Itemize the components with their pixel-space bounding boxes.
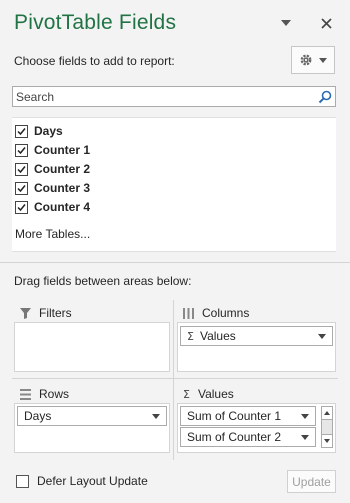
checkmark-icon <box>17 203 26 211</box>
gear-icon <box>300 54 312 66</box>
chevron-down-icon[interactable] <box>318 334 326 339</box>
defer-layout-update[interactable]: Defer Layout Update <box>16 474 148 488</box>
rows-icon <box>20 388 31 400</box>
field-item-counter-2[interactable]: Counter 2 <box>15 160 90 178</box>
area-splitter-vertical[interactable] <box>173 300 174 460</box>
columns-field-label: Values <box>199 329 236 343</box>
field-item-counter-4[interactable]: Counter 4 <box>15 198 90 216</box>
scroll-down-icon <box>324 439 330 443</box>
search-input[interactable]: Search <box>12 86 336 107</box>
area-splitter-horizontal[interactable] <box>12 378 338 379</box>
search-placeholder: Search <box>16 90 55 104</box>
chevron-down-icon[interactable] <box>301 414 309 419</box>
field-checkbox[interactable] <box>15 143 28 157</box>
columns-values-field[interactable]: Σ Values <box>180 326 333 346</box>
rows-label: Rows <box>39 387 70 401</box>
filters-area-header: Filters <box>20 305 72 321</box>
filters-label: Filters <box>39 306 72 320</box>
choose-fields-label: Choose fields to add to report: <box>14 54 175 68</box>
field-label: Counter 4 <box>34 200 91 214</box>
values-field-label: Sum of Counter 2 <box>187 430 282 444</box>
panel-title: PivotTable Fields <box>14 11 177 34</box>
field-checkbox[interactable] <box>15 124 28 138</box>
task-pane-options-button[interactable] <box>277 14 295 32</box>
field-label: Counter 3 <box>34 181 91 195</box>
values-drop-area[interactable]: Sum of Counter 1 Sum of Counter 2 <box>177 403 336 453</box>
close-icon <box>320 17 332 29</box>
sigma-icon: Σ <box>187 329 194 343</box>
update-button[interactable]: Update <box>287 470 336 493</box>
field-label: Counter 2 <box>34 162 91 176</box>
rows-days-field[interactable]: Days <box>17 406 167 426</box>
field-label: Counter 1 <box>34 143 91 157</box>
values-field-counter-2[interactable]: Sum of Counter 2 <box>180 427 316 447</box>
rows-area-header: Rows <box>20 386 69 402</box>
field-list: Days Counter 1 Counter 2 Counter 3 Count… <box>12 117 336 252</box>
scroll-up-icon <box>324 411 330 415</box>
tools-button[interactable] <box>291 46 335 74</box>
field-checkbox[interactable] <box>15 162 28 176</box>
chevron-down-icon[interactable] <box>152 414 160 419</box>
checkmark-icon <box>17 127 26 135</box>
search-icon[interactable] <box>317 89 333 105</box>
field-label: Days <box>34 124 63 138</box>
values-field-counter-1[interactable]: Sum of Counter 1 <box>180 406 316 426</box>
field-item-days[interactable]: Days <box>15 122 63 140</box>
rows-field-label: Days <box>24 409 52 423</box>
field-checkbox[interactable] <box>15 181 28 195</box>
defer-label: Defer Layout Update <box>37 474 148 488</box>
columns-drop-area[interactable]: Σ Values <box>177 322 336 372</box>
chevron-down-icon[interactable] <box>301 435 309 440</box>
drag-fields-label: Drag fields between areas below: <box>14 274 192 288</box>
field-item-counter-3[interactable]: Counter 3 <box>15 179 90 197</box>
chevron-down-icon <box>319 57 327 63</box>
close-button[interactable] <box>317 14 335 32</box>
filters-drop-area[interactable] <box>14 322 170 372</box>
values-area-header: Σ Values <box>183 386 234 402</box>
divider <box>0 262 350 263</box>
values-field-label: Sum of Counter 1 <box>187 409 282 423</box>
columns-label: Columns <box>202 306 250 320</box>
values-label: Values <box>197 387 234 401</box>
values-scroll-down[interactable] <box>321 434 333 448</box>
columns-icon <box>183 307 194 319</box>
checkmark-icon <box>17 184 26 192</box>
values-scrollbar-track[interactable] <box>321 420 333 434</box>
sigma-icon: Σ <box>183 387 190 401</box>
columns-area-header: Columns <box>183 305 249 321</box>
field-item-counter-1[interactable]: Counter 1 <box>15 141 90 159</box>
chevron-down-icon <box>281 20 291 26</box>
more-tables-link[interactable]: More Tables... <box>15 227 90 241</box>
rows-drop-area[interactable]: Days <box>14 403 170 453</box>
field-checkbox[interactable] <box>15 200 28 214</box>
values-scroll-up[interactable] <box>321 406 333 420</box>
checkmark-icon <box>17 165 26 173</box>
defer-checkbox[interactable] <box>16 474 29 488</box>
filter-icon <box>20 307 31 319</box>
checkmark-icon <box>17 146 26 154</box>
